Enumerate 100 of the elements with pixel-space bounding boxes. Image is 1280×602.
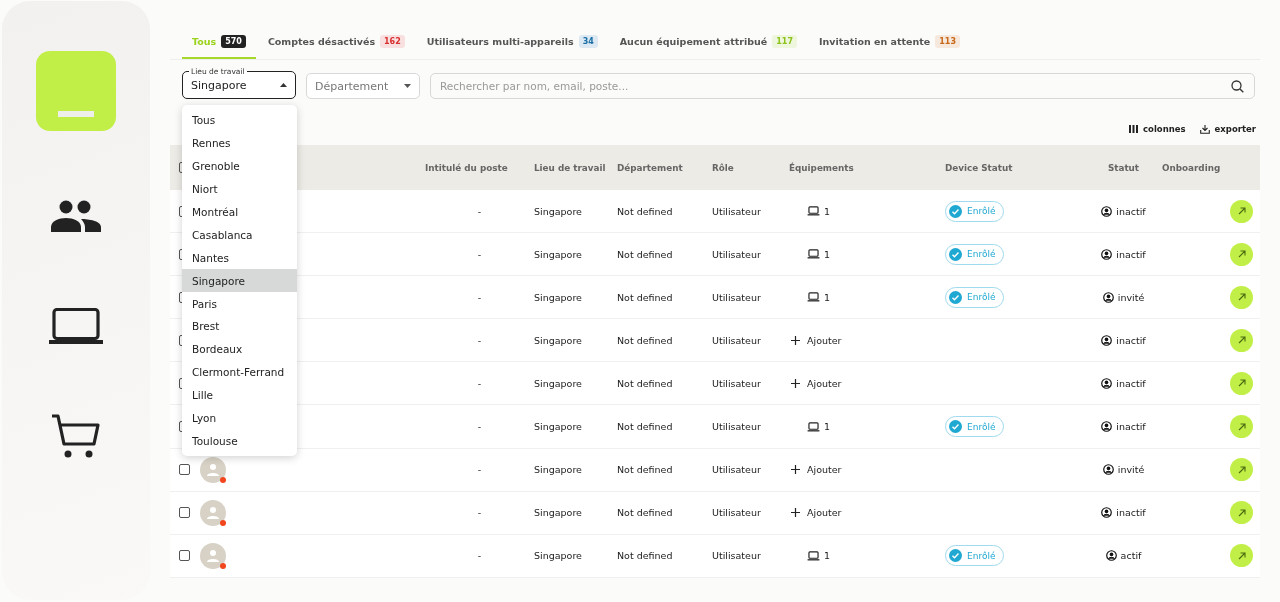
user-status-icon [1102,291,1114,303]
dropdown-option[interactable]: Clermont-Ferrand [182,360,297,384]
count-badge: 117 [772,35,797,48]
plus-icon [791,335,800,345]
add-equipment-button[interactable]: Ajouter [789,464,842,476]
dropdown-option[interactable]: Singapore [182,269,297,293]
add-equipment-button[interactable]: Ajouter [789,507,842,519]
check-icon [949,204,962,218]
tab[interactable]: Comptes désactivés 162 [257,30,415,59]
tab[interactable]: Invitation en attente 113 [808,30,970,59]
columns-button[interactable]: colonnes [1129,124,1186,134]
laptop-icon [49,308,103,344]
dropdown-option[interactable]: Casablanca [182,223,297,247]
table-cell: Utilisateur [712,248,761,260]
download-icon [1199,124,1210,134]
checkbox[interactable] [179,550,190,562]
department-select[interactable]: Département [306,73,420,99]
dropdown-option[interactable]: Grenoble [182,154,297,178]
dropdown-option[interactable]: Lyon [182,406,297,430]
arrow-icon [1237,293,1246,302]
count-badge: 162 [380,35,405,48]
dropdown-option[interactable]: Toulouse [182,429,297,453]
table-cell: - [477,377,482,389]
plus-icon [791,378,800,388]
device-count: 1 [824,205,831,217]
open-button[interactable] [1230,242,1253,266]
open-button[interactable] [1230,458,1253,482]
arrow-icon [1237,250,1246,259]
dropdown-option[interactable]: Brest [182,315,297,338]
checkbox[interactable] [179,507,190,519]
status-text: inactif [1116,421,1146,432]
count-badge: 570 [221,35,246,48]
table-cell: Singapore [534,205,582,217]
arrow-icon [1237,336,1246,345]
status-text: inactif [1116,507,1146,519]
dropdown-option[interactable]: Nantes [182,246,297,270]
user-status-icon [1101,421,1113,432]
open-button[interactable] [1230,415,1253,438]
dropdown-option[interactable]: Rennes [182,131,297,155]
check-icon [949,549,962,563]
user-status-icon [1105,550,1117,562]
user-status-icon [1102,464,1114,476]
tab[interactable]: Tous 570 [182,30,256,59]
table-cell: - [477,291,482,303]
open-button[interactable] [1230,328,1253,352]
table-cell: Utilisateur [712,507,761,519]
table-cell: Not defined [617,334,673,346]
dropdown-option[interactable]: Montréal [182,200,297,224]
arrow-icon [1237,379,1246,388]
table-cell: Singapore [534,507,582,519]
table-cell: Not defined [617,550,673,562]
tab[interactable]: Utilisateurs multi-appareils 34 [416,30,608,59]
search-icon [1231,79,1244,93]
open-button[interactable] [1230,199,1253,223]
open-button[interactable] [1230,371,1253,395]
table-cell: Singapore [534,291,582,303]
user-status-icon [1101,507,1113,519]
caret-icon [280,83,287,88]
laptop-icon [807,292,820,303]
open-button[interactable] [1230,285,1253,309]
add-equipment-button[interactable]: Ajouter [789,377,842,389]
checkbox[interactable] [179,464,190,476]
user-status-icon [1101,377,1113,389]
dropdown-option[interactable]: Paris [182,292,297,315]
logo-icon [58,111,94,117]
table-cell: Singapore [534,550,582,562]
export-button[interactable]: exporter [1199,124,1256,134]
open-button[interactable] [1230,544,1253,568]
add-equipment-button[interactable]: Ajouter [789,334,842,346]
table-cell: Utilisateur [712,550,761,562]
table-cell: - [477,205,482,217]
dropdown-option[interactable]: Niort [182,177,297,201]
status-text: invité [1117,291,1145,303]
plus-icon [791,508,800,518]
table-cell: Not defined [617,464,673,476]
dropdown-option[interactable]: Lille [182,383,297,407]
table-cell: Utilisateur [712,421,761,432]
column-header: Intitulé du poste [425,162,508,173]
tab[interactable]: Aucun équipement attribué 117 [609,30,807,59]
status-text: inactif [1116,334,1146,346]
table-cell: - [477,421,482,432]
table-cell: - [477,550,482,562]
table-cell: Not defined [617,205,673,217]
count-badge: 34 [578,35,598,48]
check-icon [949,290,962,304]
dropdown-option[interactable]: Bordeaux [182,337,297,361]
table-cell: Singapore [534,464,582,476]
device-count: 1 [824,248,831,260]
status-text: invité [1117,464,1145,476]
laptop-icon [807,249,820,260]
user-status-icon [1101,205,1113,217]
open-button[interactable] [1230,501,1253,525]
search-placeholder: Rechercher par nom, email, poste... [440,80,629,92]
select-value: Singapore [191,78,247,92]
select-placeholder: Département [315,79,389,93]
device-count: 1 [824,421,831,432]
arrow-icon [1237,207,1246,216]
dropdown-option[interactable]: Tous [182,109,297,132]
table-cell: - [477,464,482,476]
table-cell: Not defined [617,421,673,432]
